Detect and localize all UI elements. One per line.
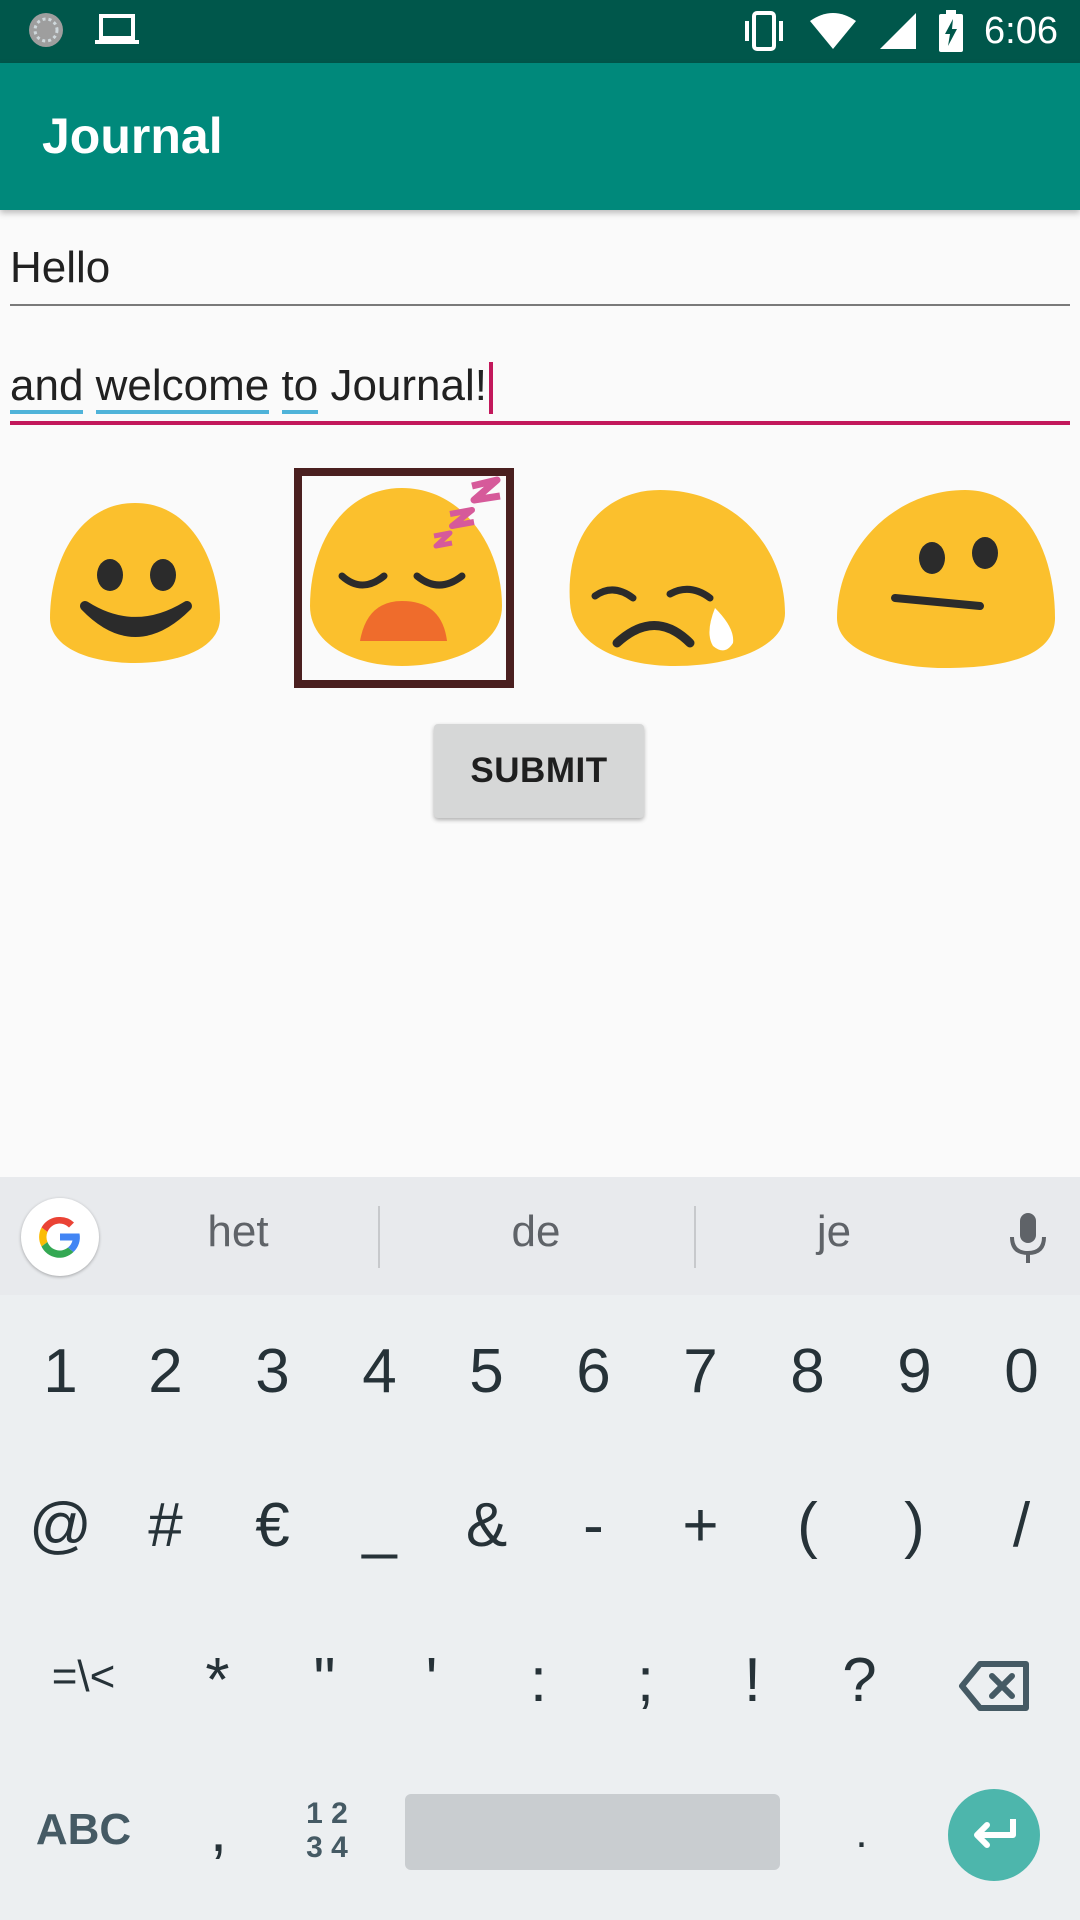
key-3[interactable]: 3 — [219, 1336, 326, 1407]
mood-happy-button[interactable] — [25, 468, 245, 688]
key-semicolon[interactable]: ; — [592, 1645, 699, 1716]
key-minus[interactable]: - — [540, 1490, 647, 1561]
spellcheck-word[interactable]: and — [10, 361, 84, 414]
key-comma[interactable]: , — [165, 1795, 272, 1866]
key-0[interactable]: 0 — [968, 1336, 1075, 1407]
key-plus[interactable]: + — [647, 1490, 754, 1561]
backspace-icon[interactable] — [958, 1660, 1030, 1712]
title-input[interactable]: Hello — [10, 238, 1070, 308]
key-6[interactable]: 6 — [540, 1336, 647, 1407]
confused-face-icon — [837, 490, 1055, 668]
wifi-icon — [810, 13, 857, 49]
crying-face-icon — [569, 490, 785, 666]
title-input-value: Hello — [10, 243, 111, 292]
key-abc[interactable]: ABC — [30, 1805, 137, 1855]
key-ampersand[interactable]: & — [433, 1490, 540, 1561]
vibrate-icon — [745, 11, 784, 51]
sync-icon — [29, 13, 63, 47]
mood-sad-button[interactable] — [565, 468, 785, 688]
status-bar: 6:06 — [0, 0, 1080, 63]
mood-confused-button[interactable] — [835, 468, 1055, 688]
title-input-underline — [10, 304, 1070, 306]
suggestion-1[interactable]: het — [138, 1207, 338, 1257]
key-double-quote[interactable]: " — [271, 1645, 378, 1716]
key-5[interactable]: 5 — [433, 1336, 540, 1407]
app-title: Journal — [42, 108, 223, 164]
text-cursor — [489, 362, 493, 415]
submit-button[interactable]: SUBMIT — [434, 724, 644, 818]
sleeping-face-icon — [310, 476, 502, 666]
key-7[interactable]: 7 — [647, 1336, 754, 1407]
key-numpad[interactable]: 1 2 3 4 — [297, 1797, 357, 1865]
key-period[interactable]: . — [808, 1808, 915, 1858]
suggestion-2[interactable]: de — [436, 1207, 636, 1257]
suggestion-divider — [694, 1206, 696, 1268]
smiling-face-icon — [50, 503, 220, 663]
key-4[interactable]: 4 — [326, 1336, 433, 1407]
entry-text: Journal! — [330, 361, 487, 410]
entry-input-value: and welcome to Journal! — [10, 356, 1070, 416]
key-colon[interactable]: : — [485, 1645, 592, 1716]
key-more-symbols[interactable]: =\< — [30, 1652, 137, 1702]
key-open-paren[interactable]: ( — [754, 1490, 861, 1561]
suggestion-bar: het de je — [0, 1177, 1080, 1295]
entry-input[interactable]: and welcome to Journal! — [10, 356, 1070, 430]
numpad-label-bottom: 3 4 — [306, 1831, 348, 1864]
microphone-icon[interactable] — [1000, 1211, 1056, 1267]
app-bar: Journal — [0, 63, 1080, 210]
key-slash[interactable]: / — [968, 1490, 1075, 1561]
google-g-icon[interactable] — [21, 1198, 99, 1276]
key-at[interactable]: @ — [7, 1490, 114, 1561]
clock: 6:06 — [984, 10, 1058, 52]
signal-icon — [880, 13, 917, 49]
key-hash[interactable]: # — [112, 1490, 219, 1561]
key-underscore[interactable]: _ — [326, 1490, 433, 1561]
battery-charging-icon — [939, 10, 964, 52]
laptop-icon — [95, 14, 139, 44]
suggestion-3[interactable]: je — [734, 1207, 934, 1257]
space-key[interactable] — [405, 1794, 780, 1870]
enter-arrow-icon — [974, 1819, 1016, 1848]
entry-input-underline — [10, 421, 1070, 425]
key-exclamation[interactable]: ! — [699, 1645, 806, 1716]
key-close-paren[interactable]: ) — [861, 1490, 968, 1561]
key-1[interactable]: 1 — [7, 1336, 114, 1407]
numpad-label-top: 1 2 — [306, 1797, 348, 1830]
key-asterisk[interactable]: * — [164, 1645, 271, 1716]
key-single-quote[interactable]: ' — [378, 1645, 485, 1716]
key-question[interactable]: ? — [806, 1645, 913, 1716]
key-8[interactable]: 8 — [754, 1336, 861, 1407]
key-9[interactable]: 9 — [861, 1336, 968, 1407]
spellcheck-word[interactable]: to — [281, 361, 319, 414]
enter-key[interactable] — [948, 1789, 1040, 1881]
suggestion-divider — [378, 1206, 380, 1268]
mood-sleepy-button[interactable] — [294, 468, 514, 688]
key-euro[interactable]: € — [219, 1490, 326, 1561]
spellcheck-word[interactable]: welcome — [95, 361, 270, 414]
key-2[interactable]: 2 — [112, 1336, 219, 1407]
